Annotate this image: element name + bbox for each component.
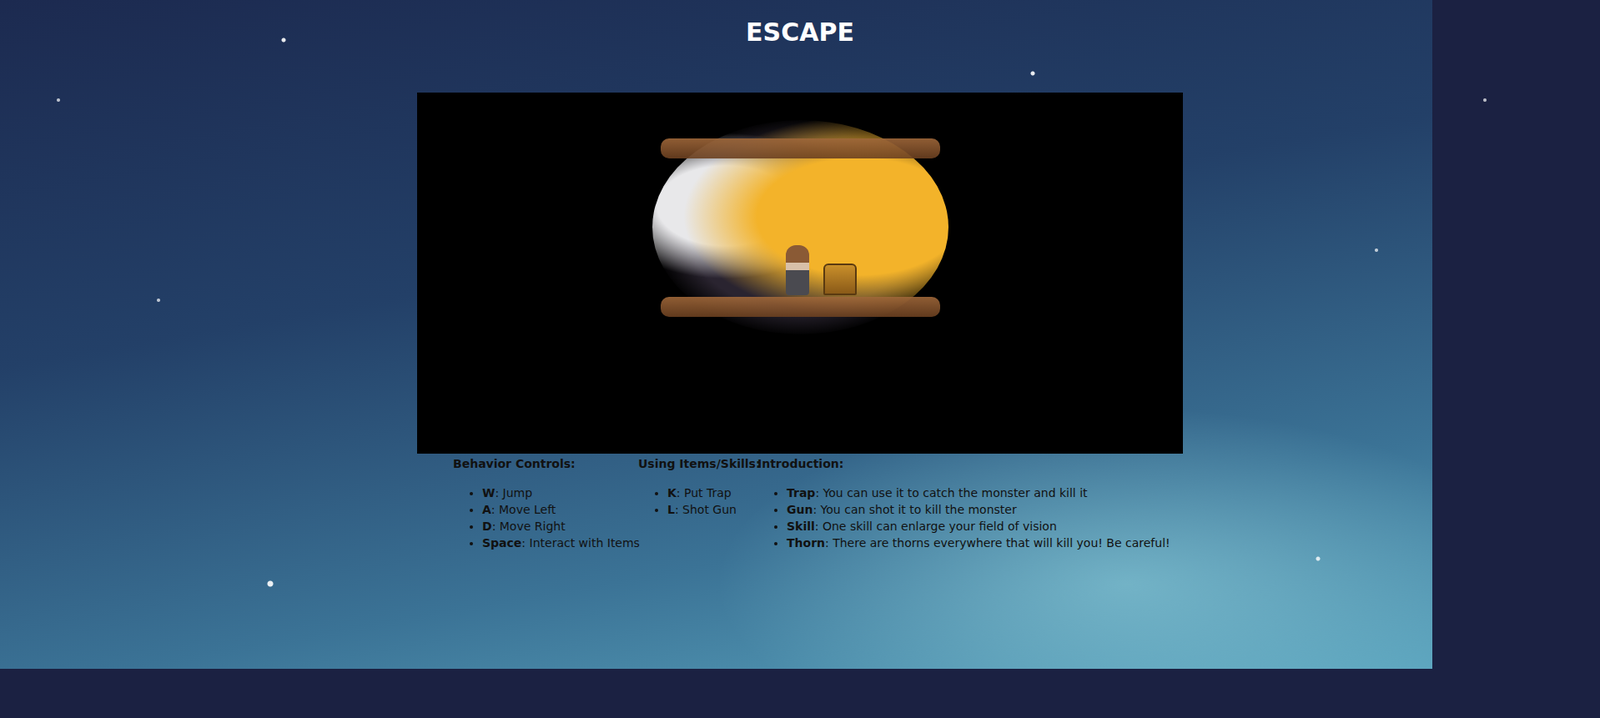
instruction-item: L: Shot Gun <box>667 501 758 519</box>
item-key: L <box>667 503 675 517</box>
instruction-item: Trap: You can use it to catch the monste… <box>786 484 1183 502</box>
instruction-item: W: Jump <box>482 484 639 502</box>
instruction-item: Thorn: There are thorns everywhere that … <box>786 534 1183 552</box>
instruction-item: K: Put Trap <box>667 484 758 502</box>
instruction-list: K: Put TrapL: Shot Gun <box>638 484 758 519</box>
item-key: A <box>482 503 492 517</box>
item-key: Gun <box>786 503 813 517</box>
instruction-item: D: Move Right <box>482 518 639 535</box>
item-key: Thorn <box>786 536 826 550</box>
item-key: W <box>482 486 495 500</box>
player-character <box>785 245 810 296</box>
instruction-item: Space: Interact with Items <box>482 534 639 552</box>
section-heading: Introduction: <box>757 455 1183 473</box>
wood-plank <box>660 296 941 317</box>
item-key: Skill <box>786 519 816 534</box>
game-canvas[interactable] <box>417 92 1183 454</box>
section-heading: Behavior Controls: <box>452 455 639 473</box>
instruction-list: W: JumpA: Move LeftD: Move RightSpace: I… <box>452 484 639 552</box>
item-key: Space <box>482 536 522 550</box>
vision-light <box>652 120 949 335</box>
treasure-chest <box>823 263 857 296</box>
item-key: D <box>482 519 493 534</box>
page-title: ESCAPE <box>745 16 855 49</box>
instruction-item: Skill: One skill can enlarge your field … <box>786 518 1183 535</box>
section-heading: Using Items/Skills: <box>638 455 758 473</box>
wood-plank <box>660 138 941 159</box>
instruction-section: Behavior Controls: W: JumpA: Move LeftD: … <box>452 455 639 552</box>
instruction-list: Trap: You can use it to catch the monste… <box>757 484 1183 552</box>
page: ESCAPE Behavior Controls: W: JumpA: Move L… <box>0 0 1600 718</box>
instruction-section: Using Items/Skills: K: Put TrapL: Shot Gu… <box>638 455 758 552</box>
instruction-section: Introduction: Trap: You can use it to cat… <box>757 455 1183 552</box>
item-key: Trap <box>786 486 816 500</box>
instruction-item: Gun: You can shot it to kill the monster <box>786 501 1183 519</box>
item-key: K <box>667 486 677 500</box>
instruction-item: A: Move Left <box>482 501 639 519</box>
instructions: Behavior Controls: W: JumpA: Move LeftD: … <box>417 455 1183 552</box>
